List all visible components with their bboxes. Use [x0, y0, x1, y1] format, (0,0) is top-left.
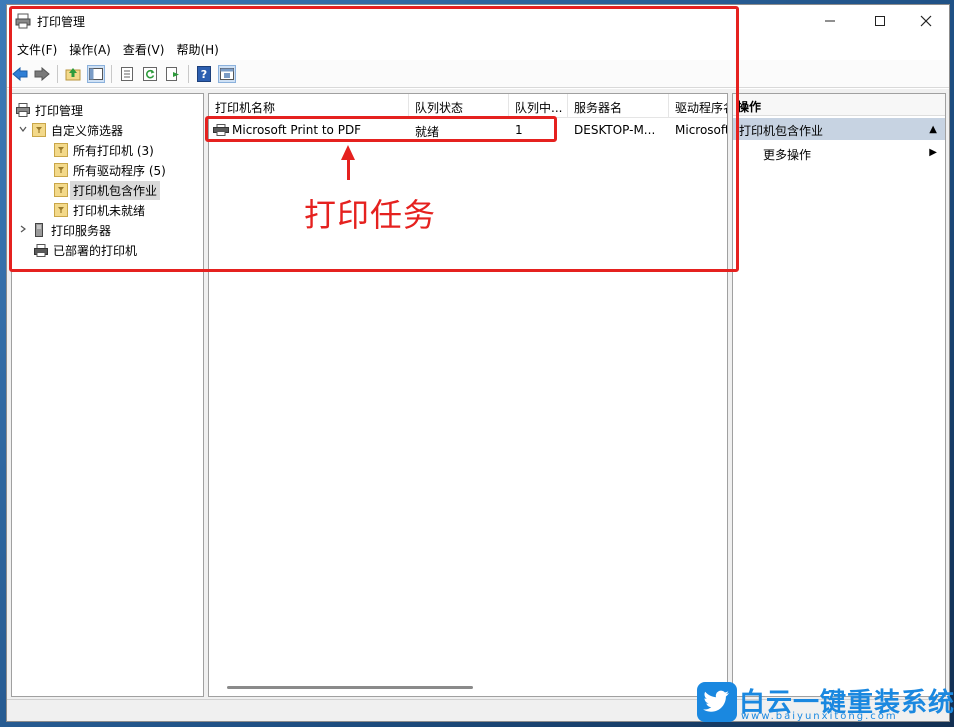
annotation-label: 打印任务: [304, 196, 437, 234]
minimize-button[interactable]: [807, 5, 853, 37]
more-actions-item[interactable]: 更多操作 ▶: [733, 142, 945, 164]
actions-header: 操作: [733, 94, 945, 116]
submenu-arrow-icon: ▶: [929, 147, 937, 158]
actions-pane: 操作 打印机包含作业 ▲ 更多操作 ▶: [732, 93, 946, 697]
bird-logo-icon: [697, 682, 737, 722]
actions-section-label: 打印机包含作业: [739, 124, 824, 138]
watermark: 白云一键重装系统 www.baiyunxitong.com: [697, 680, 954, 724]
more-actions-label: 更多操作: [763, 148, 812, 162]
annotation-arrow-line: [347, 158, 350, 180]
close-button[interactable]: [903, 5, 949, 37]
actions-section-printers-with-jobs[interactable]: 打印机包含作业 ▲: [733, 118, 945, 140]
maximize-button[interactable]: [857, 5, 903, 37]
watermark-url: www.baiyunxitong.com: [741, 711, 898, 722]
annotation-row-highlight: [205, 116, 557, 142]
horizontal-scrollbar[interactable]: [227, 686, 473, 689]
collapse-up-icon[interactable]: ▲: [929, 124, 937, 135]
